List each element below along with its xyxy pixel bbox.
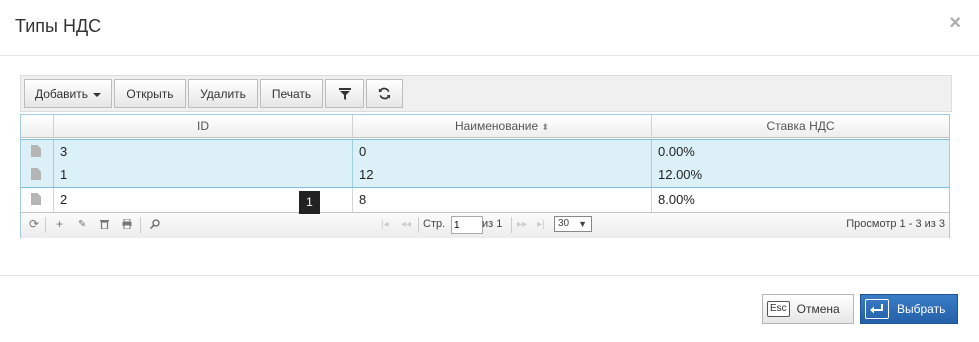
table-row[interactable]: 2 8 8.00% [21,188,949,213]
pager-divider [140,217,141,233]
filter-icon [338,87,351,100]
row-icon-cell [21,188,54,212]
edit-icon[interactable]: ✎ [78,219,86,231]
filter-button[interactable] [325,79,364,108]
row-icon-cell [21,163,54,187]
grid-toolbar: Добавить Открыть Удалить Печать [20,75,952,112]
header-vat-rate[interactable]: Ставка НДС [652,115,949,137]
cancel-button-label: Отмена [796,302,840,316]
cell-vat-rate: 12.00% [658,167,703,182]
dialog-header: Типы НДС × [0,0,979,56]
reload-icon[interactable]: ⟳ [29,218,39,230]
sort-icon: ⬍ [541,122,550,132]
print-icon[interactable] [122,218,132,233]
refresh-icon [378,87,391,100]
cell-vat-rate: 0.00% [658,144,695,159]
grid-header: ID Наименование ⬍ Ставка НДС [21,115,949,138]
add-button-label: Добавить [34,86,89,101]
header-name[interactable]: Наименование ⬍ [353,115,652,137]
select-button-label: Выбрать [897,302,946,316]
page-size-value: 30 [558,218,570,229]
add-row-icon[interactable]: + [56,218,63,230]
pager-divider [418,217,419,233]
cancel-button[interactable]: Esc Отмена [762,294,854,324]
next-page-icon[interactable]: ▸▸ [517,219,527,231]
select-button[interactable]: Выбрать [860,294,958,324]
dialog-title: Типы НДС [15,16,102,36]
header-icon-column [21,115,54,137]
prev-page-icon[interactable]: ◂◂ [401,219,411,231]
cell-name: 12 [353,163,652,187]
page-number-input[interactable] [451,216,483,234]
open-button[interactable]: Открыть [114,79,186,108]
vat-types-grid: ID Наименование ⬍ Ставка НДС 3 0 0.00% 1… [20,114,950,238]
grid-pager: ⟳ + ✎ |◂ ◂◂ Стр. из 1 ▸▸ ▸| 30 [21,212,949,238]
cell-id: 1 [54,163,353,187]
header-name-label: Наименование [454,119,539,133]
close-icon[interactable]: × [949,13,961,33]
page-size-select[interactable]: 30 ▼ [554,216,592,232]
esc-key-icon: Esc [767,301,790,317]
table-row[interactable]: 1 12 12.00% [21,163,949,188]
document-icon [31,145,41,157]
table-row[interactable]: 3 0 0.00% [21,139,949,164]
chevron-down-icon: ▼ [578,219,587,229]
pager-divider [511,217,512,233]
row-number-badge: 1 [299,191,320,214]
search-icon[interactable] [149,219,160,233]
add-button[interactable]: Добавить [24,79,112,108]
trash-icon[interactable] [100,219,109,233]
page-count-label: из 1 [482,218,503,230]
first-page-icon[interactable]: |◂ [381,219,389,231]
document-icon [31,168,41,180]
row-icon-cell [21,140,54,164]
refresh-button[interactable] [366,79,403,108]
pager-divider [45,217,46,233]
delete-button[interactable]: Удалить [188,79,258,108]
document-icon [31,193,41,205]
dialog-body: Добавить Открыть Удалить Печать ID Наиме… [0,56,979,276]
cell-id: 3 [54,140,353,164]
last-page-icon[interactable]: ▸| [537,219,545,231]
enter-key-icon [865,299,889,319]
cell-name: 8 [353,188,652,212]
cell-vat-rate: 8.00% [658,192,695,207]
page-label: Стр. [423,218,446,230]
header-id[interactable]: ID [54,115,353,137]
cell-name: 0 [353,140,652,164]
records-info: Просмотр 1 - 3 из 3 [846,218,945,230]
print-button[interactable]: Печать [260,79,323,108]
chevron-down-icon [93,92,102,97]
